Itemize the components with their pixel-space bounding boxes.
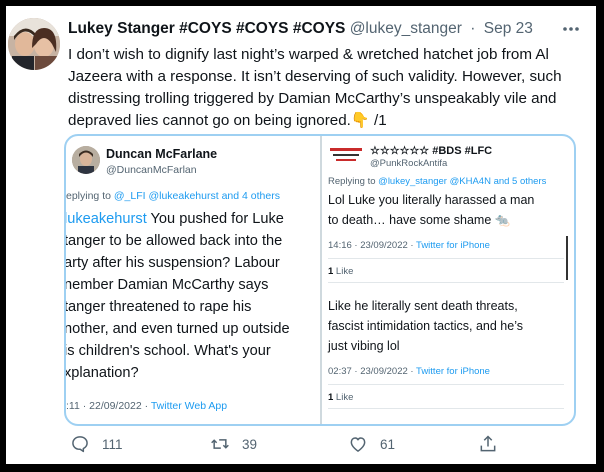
left-meta-source: Twitter Web App xyxy=(150,400,228,412)
retweet-icon xyxy=(211,439,229,449)
right-body-line: Like he literally sent death threats, xyxy=(328,299,518,313)
left-body-line: nother, and even turned up outside xyxy=(66,321,290,337)
right-body-line: just vibing lol xyxy=(328,339,400,353)
right-replying-link: @lukey_stanger @KHA4N and 5 others xyxy=(378,176,547,187)
right-divider xyxy=(328,408,564,409)
left-author-handle: @DuncanMcFarlan xyxy=(106,164,197,176)
tweet-text: I don’t wish to dignify last night’s war… xyxy=(68,44,578,132)
tweet-date[interactable]: Sep 23 xyxy=(484,20,533,37)
punkrock-avatar xyxy=(328,142,364,170)
tweet-media[interactable]: Duncan McFarlane @DuncanMcFarlan eplying… xyxy=(64,134,576,426)
heart-icon xyxy=(350,437,366,452)
tweet-text-line: distressing trolling triggered by Damian… xyxy=(68,90,557,107)
right-like-count-1: 1 Like xyxy=(328,266,353,277)
right-tweet-body-2: Like he literally sent death threats, fa… xyxy=(328,296,568,356)
left-body-line: tanger to be allowed back into the xyxy=(66,233,283,249)
left-replying-prefix: eplying to xyxy=(66,190,114,202)
left-meta-time: :11 · 22/09/2022 · xyxy=(66,400,151,412)
right-replying-prefix: Replying to xyxy=(328,176,379,187)
right-like-label: Like xyxy=(333,392,354,403)
reply-button[interactable]: 111 xyxy=(70,434,123,454)
right-tweet-body-1: Lol Luke you literally harassed a man to… xyxy=(328,190,568,230)
left-author-name: Duncan McFarlane xyxy=(106,147,218,161)
like-button[interactable]: 61 xyxy=(348,434,395,454)
separator-dot: · xyxy=(470,20,476,37)
tweet-text-line: depraved lies cannot go on being ignored… xyxy=(68,112,387,129)
left-body-line: is children's school. What's your xyxy=(66,343,271,359)
left-body-line: arty after his suspension? Labour xyxy=(66,255,280,271)
left-tweet-body: lukeakehurst You pushed for Luke tanger … xyxy=(66,208,316,384)
right-meta-source: Twitter for iPhone xyxy=(416,366,490,377)
screenshot-right[interactable]: ☆☆☆☆☆☆ #BDS #LFC @PunkRockAntifa Replyin… xyxy=(322,136,574,424)
right-like-count-2: 1 Like xyxy=(328,392,353,403)
right-divider xyxy=(328,258,564,259)
right-meta-time: 02:37 · 23/09/2022 · xyxy=(328,366,417,377)
right-divider xyxy=(328,384,564,385)
right-replying-to: Replying to @lukey_stanger @KHA4N and 5 … xyxy=(328,176,546,187)
scrollbar[interactable] xyxy=(566,236,568,280)
right-body-line: Lol Luke you literally harassed a man xyxy=(328,193,535,207)
reply-icon xyxy=(72,436,88,453)
left-body-line: xplanation? xyxy=(66,365,139,381)
right-divider xyxy=(328,282,564,283)
left-replying-link: @_LFI @lukeakehurst and 4 others xyxy=(113,190,280,202)
tweet-card[interactable]: Lukey Stanger #COYS #COYS #COYS @lukey_s… xyxy=(6,6,596,464)
left-body-line: nember Damian McCarthy says xyxy=(66,277,269,293)
share-button[interactable] xyxy=(478,434,510,454)
share-icon xyxy=(480,435,496,452)
author-avatar[interactable] xyxy=(8,18,60,70)
author-name[interactable]: Lukey Stanger #COYS #COYS #COYS xyxy=(68,20,345,37)
retweet-button[interactable]: 39 xyxy=(210,434,257,454)
tweet-text-line: Jazeera with a response. It isn’t deserv… xyxy=(68,68,562,85)
like-count: 61 xyxy=(380,436,396,452)
right-author-handle: @PunkRockAntifa xyxy=(370,158,448,169)
left-body-line: tanger threatened to rape his xyxy=(66,299,252,315)
duncan-avatar xyxy=(72,146,100,174)
left-meta: :11 · 22/09/2022 · Twitter Web App xyxy=(66,400,227,412)
reply-count: 111 xyxy=(102,436,123,452)
right-body-line: to death… have some shame 🐀 xyxy=(328,213,511,227)
left-mention: lukeakehurst xyxy=(66,211,147,227)
left-replying-to: eplying to @_LFI @lukeakehurst and 4 oth… xyxy=(66,190,280,202)
right-like-label: Like xyxy=(333,266,354,277)
right-meta-1: 14:16 · 23/09/2022 · Twitter for iPhone xyxy=(328,240,490,251)
right-body-line: fascist intimidation tactics, and he’s xyxy=(328,319,524,333)
tweet-actions: 111 39 61 xyxy=(64,432,584,458)
right-meta-source: Twitter for iPhone xyxy=(416,240,490,251)
tweet-text-line: I don’t wish to dignify last night’s war… xyxy=(68,46,549,63)
right-meta-time: 14:16 · 23/09/2022 · xyxy=(328,240,417,251)
retweet-count: 39 xyxy=(242,436,258,452)
screenshot-left[interactable]: Duncan McFarlane @DuncanMcFarlan eplying… xyxy=(66,136,320,424)
left-body-text: You pushed for Luke xyxy=(146,211,284,227)
author-handle[interactable]: @lukey_stanger xyxy=(350,20,462,37)
tweet-header: Lukey Stanger #COYS #COYS #COYS @lukey_s… xyxy=(68,20,533,38)
right-author-name: ☆☆☆☆☆☆ #BDS #LFC xyxy=(370,145,493,157)
right-meta-2: 02:37 · 23/09/2022 · Twitter for iPhone xyxy=(328,366,490,377)
